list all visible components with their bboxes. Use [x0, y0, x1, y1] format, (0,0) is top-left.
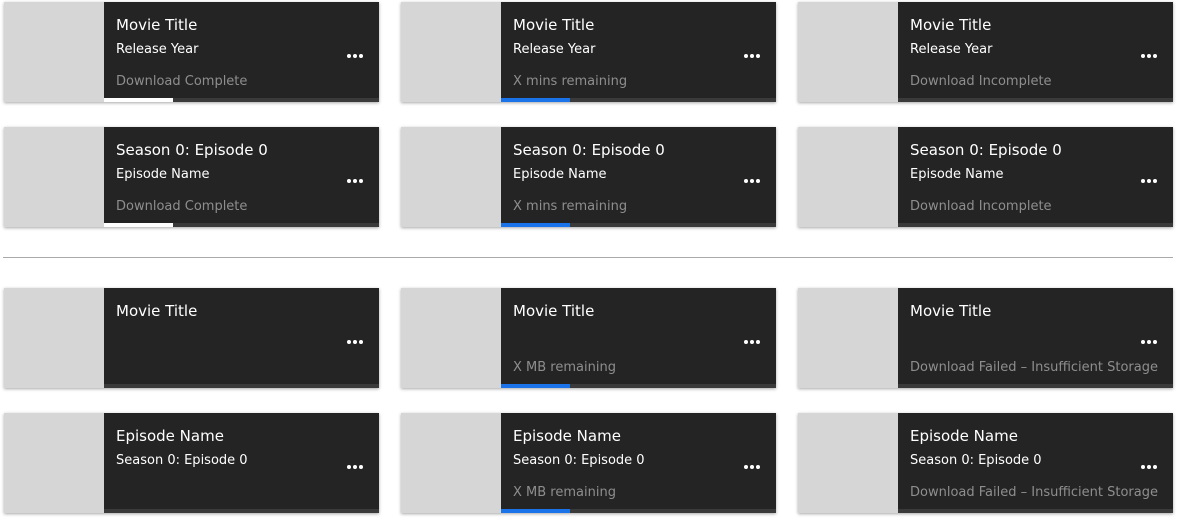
- card-subtitle: Season 0: Episode 0: [910, 453, 1042, 468]
- progress-bar: [104, 509, 379, 513]
- thumbnail-placeholder: [798, 127, 898, 227]
- more-horizontal-icon: [1141, 340, 1157, 344]
- thumbnail-placeholder: [401, 2, 501, 102]
- more-options-button[interactable]: [736, 451, 768, 483]
- download-status: Download Complete: [116, 199, 248, 214]
- card-subtitle: Episode Name: [513, 167, 607, 182]
- more-horizontal-icon: [347, 340, 363, 344]
- download-status: Download Complete: [116, 74, 248, 89]
- card-title: Season 0: Episode 0: [910, 141, 1062, 159]
- more-options-button[interactable]: [339, 165, 371, 197]
- more-options-button[interactable]: [1133, 40, 1165, 72]
- more-options-button[interactable]: [1133, 165, 1165, 197]
- thumbnail-placeholder: [798, 288, 898, 388]
- progress-fill: [501, 384, 570, 388]
- more-horizontal-icon: [744, 179, 760, 183]
- card-subtitle: Release Year: [116, 42, 199, 57]
- download-card[interactable]: Movie Title Download Failed – Insufficie…: [798, 288, 1173, 388]
- thumbnail-placeholder: [798, 2, 898, 102]
- card-subtitle: Release Year: [513, 42, 596, 57]
- progress-bar: [898, 98, 1173, 102]
- thumbnail-placeholder: [401, 127, 501, 227]
- card-title: Movie Title: [513, 16, 595, 34]
- card-title: Movie Title: [116, 16, 198, 34]
- card-subtitle: Season 0: Episode 0: [513, 453, 645, 468]
- more-options-button[interactable]: [736, 40, 768, 72]
- thumbnail-placeholder: [4, 2, 104, 102]
- progress-fill: [501, 223, 570, 227]
- progress-bar: [104, 223, 379, 227]
- progress-bar: [898, 384, 1173, 388]
- progress-bar: [501, 98, 776, 102]
- download-card[interactable]: Season 0: Episode 0 Episode Name Downloa…: [798, 127, 1173, 227]
- thumbnail-placeholder: [4, 413, 104, 513]
- card-title: Movie Title: [116, 302, 198, 320]
- progress-fill: [104, 223, 173, 227]
- download-card[interactable]: Movie Title Release Year Download Comple…: [4, 2, 379, 102]
- download-card[interactable]: Movie Title X MB remaining: [401, 288, 776, 388]
- more-horizontal-icon: [347, 54, 363, 58]
- download-card[interactable]: Season 0: Episode 0 Episode Name Downloa…: [4, 127, 379, 227]
- card-title: Episode Name: [910, 427, 1018, 445]
- progress-bar: [104, 98, 379, 102]
- card-subtitle: Episode Name: [116, 167, 210, 182]
- download-card[interactable]: Movie Title Release Year Download Incomp…: [798, 2, 1173, 102]
- card-subtitle: Release Year: [910, 42, 993, 57]
- card-title: Movie Title: [513, 302, 595, 320]
- section-divider: [3, 257, 1173, 258]
- progress-bar: [501, 384, 776, 388]
- more-horizontal-icon: [1141, 179, 1157, 183]
- download-status: X mins remaining: [513, 199, 628, 214]
- thumbnail-placeholder: [4, 288, 104, 388]
- download-status: X MB remaining: [513, 360, 616, 375]
- download-status: Download Incomplete: [910, 199, 1052, 214]
- more-horizontal-icon: [744, 340, 760, 344]
- more-horizontal-icon: [1141, 465, 1157, 469]
- download-card[interactable]: Episode Name Season 0: Episode 0 X MB re…: [401, 413, 776, 513]
- download-status: Download Incomplete: [910, 74, 1052, 89]
- card-title: Episode Name: [116, 427, 224, 445]
- progress-fill: [501, 98, 570, 102]
- thumbnail-placeholder: [401, 288, 501, 388]
- download-card[interactable]: Movie Title Release Year X mins remainin…: [401, 2, 776, 102]
- card-title: Season 0: Episode 0: [513, 141, 665, 159]
- progress-bar: [104, 384, 379, 388]
- more-options-button[interactable]: [1133, 326, 1165, 358]
- card-subtitle: Episode Name: [910, 167, 1004, 182]
- more-horizontal-icon: [347, 179, 363, 183]
- card-title: Episode Name: [513, 427, 621, 445]
- card-title: Movie Title: [910, 16, 992, 34]
- thumbnail-placeholder: [401, 413, 501, 513]
- more-options-button[interactable]: [339, 40, 371, 72]
- more-options-button[interactable]: [736, 165, 768, 197]
- thumbnail-placeholder: [798, 413, 898, 513]
- download-status: Download Failed – Insufficient Storage: [910, 485, 1158, 500]
- more-options-button[interactable]: [339, 326, 371, 358]
- progress-fill: [104, 98, 173, 102]
- card-subtitle: Season 0: Episode 0: [116, 453, 248, 468]
- progress-bar: [501, 509, 776, 513]
- download-card[interactable]: Episode Name Season 0: Episode 0 Downloa…: [798, 413, 1173, 513]
- download-card[interactable]: Season 0: Episode 0 Episode Name X mins …: [401, 127, 776, 227]
- download-card[interactable]: Episode Name Season 0: Episode 0: [4, 413, 379, 513]
- download-status: X mins remaining: [513, 74, 628, 89]
- progress-fill: [501, 509, 570, 513]
- progress-bar: [898, 223, 1173, 227]
- download-status: Download Failed – Insufficient Storage: [910, 360, 1158, 375]
- more-horizontal-icon: [1141, 54, 1157, 58]
- progress-bar: [501, 223, 776, 227]
- more-options-button[interactable]: [1133, 451, 1165, 483]
- more-options-button[interactable]: [736, 326, 768, 358]
- download-status: X MB remaining: [513, 485, 616, 500]
- more-horizontal-icon: [744, 54, 760, 58]
- card-title: Movie Title: [910, 302, 992, 320]
- card-title: Season 0: Episode 0: [116, 141, 268, 159]
- more-options-button[interactable]: [339, 451, 371, 483]
- more-horizontal-icon: [347, 465, 363, 469]
- progress-bar: [898, 509, 1173, 513]
- download-card[interactable]: Movie Title: [4, 288, 379, 388]
- thumbnail-placeholder: [4, 127, 104, 227]
- more-horizontal-icon: [744, 465, 760, 469]
